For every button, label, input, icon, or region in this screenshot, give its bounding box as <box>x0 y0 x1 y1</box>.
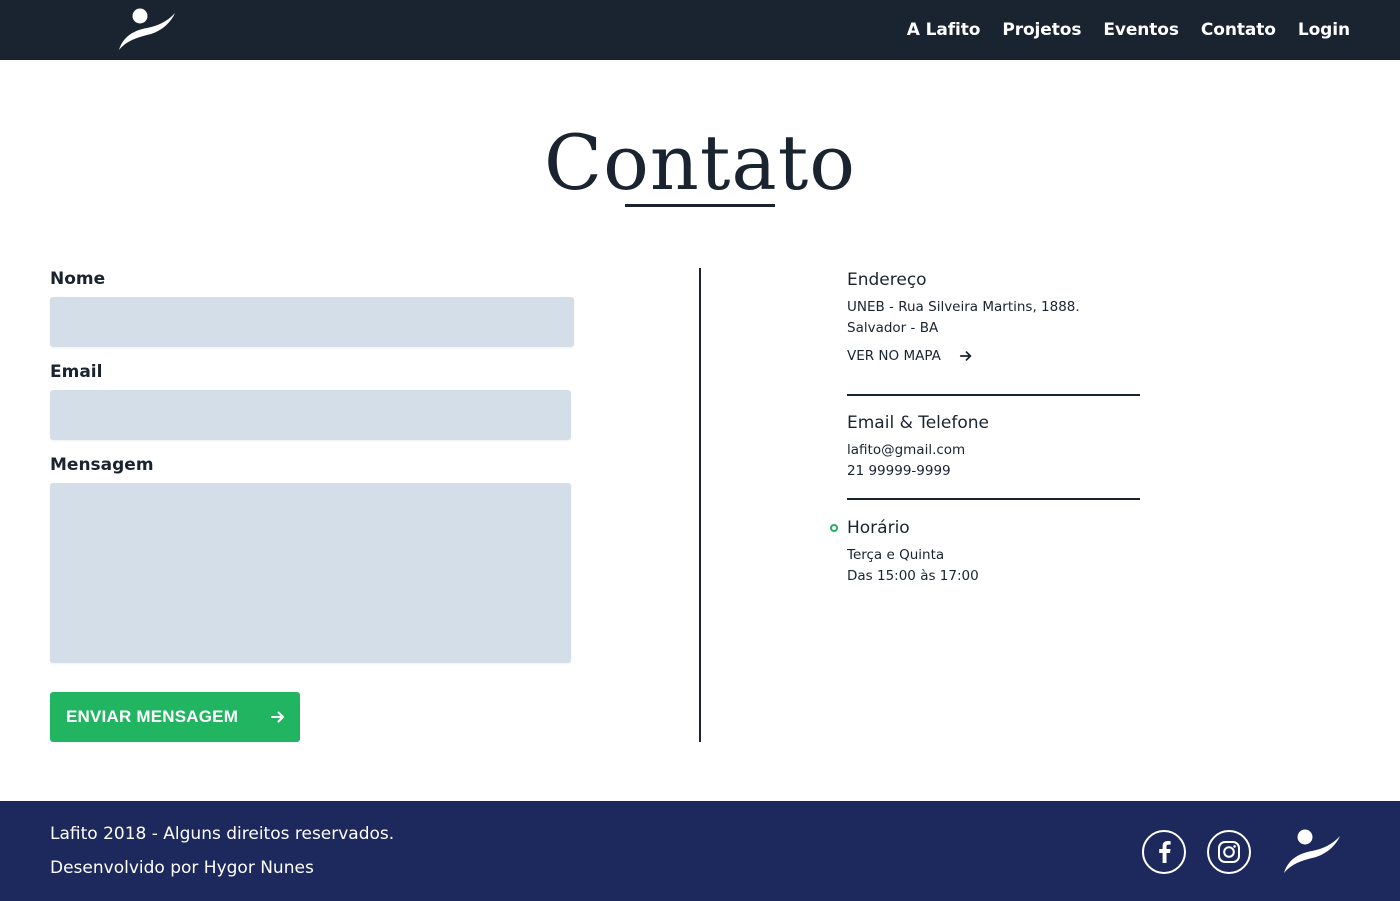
nav-link-login[interactable]: Login <box>1298 20 1350 40</box>
main-nav: A Lafito Projetos Eventos Contato Login <box>885 0 1350 60</box>
footer-credits: Desenvolvido por Hygor Nunes <box>50 858 314 878</box>
address-title: Endereço <box>847 270 927 290</box>
contact-email: lafito@gmail.com <box>847 442 966 458</box>
lafito-logo-icon <box>1284 829 1340 873</box>
arrow-right-icon <box>271 711 284 723</box>
hours-days: Terça e Quinta <box>847 547 945 563</box>
title-underline <box>625 204 775 207</box>
message-label: Mensagem <box>50 455 154 475</box>
facebook-link[interactable] <box>1142 830 1186 874</box>
hours-time: Das 15:00 às 17:00 <box>847 568 979 584</box>
nav-link-projetos[interactable]: Projetos <box>1002 20 1081 40</box>
name-input[interactable] <box>50 297 574 347</box>
page-title: Contato <box>543 118 856 207</box>
message-textarea[interactable] <box>50 483 571 663</box>
info-divider <box>847 394 1140 396</box>
send-message-button[interactable]: ENVIAR MENSAGEM <box>50 692 300 742</box>
footer: Lafito 2018 - Alguns direitos reservados… <box>0 801 1400 901</box>
contact-phone: 21 99999-9999 <box>847 463 951 479</box>
vertical-divider <box>699 268 701 742</box>
email-input[interactable] <box>50 390 571 440</box>
email-label: Email <box>50 362 103 382</box>
nav-link-eventos[interactable]: Eventos <box>1103 20 1179 40</box>
status-dot-icon <box>830 524 838 532</box>
footer-copyright: Lafito 2018 - Alguns direitos reservados… <box>50 824 395 844</box>
view-map-label: VER NO MAPA <box>847 348 941 364</box>
arrow-right-icon <box>959 351 972 361</box>
contact-title: Email & Telefone <box>847 413 989 433</box>
top-navbar: A Lafito Projetos Eventos Contato Login <box>0 0 1400 60</box>
info-divider <box>847 498 1140 500</box>
lafito-logo-icon[interactable] <box>113 6 179 54</box>
send-message-label: ENVIAR MENSAGEM <box>66 707 239 726</box>
view-map-link[interactable]: VER NO MAPA <box>847 348 973 364</box>
facebook-icon <box>1159 841 1171 863</box>
name-label: Nome <box>50 269 106 289</box>
address-line-2: Salvador - BA <box>847 320 939 336</box>
hours-title: Horário <box>847 518 910 538</box>
instagram-icon <box>1218 841 1240 863</box>
instagram-link[interactable] <box>1207 830 1251 874</box>
nav-link-a-lafito[interactable]: A Lafito <box>907 20 981 40</box>
nav-link-contato[interactable]: Contato <box>1201 20 1276 40</box>
address-line-1: UNEB - Rua Silveira Martins, 1888. <box>847 299 1080 315</box>
